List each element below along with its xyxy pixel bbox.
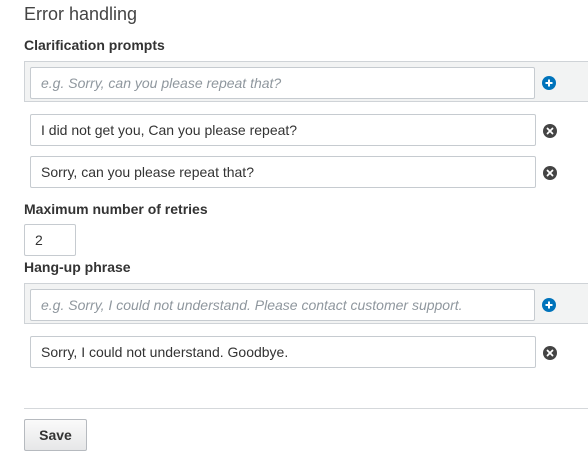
clarification-prompts-label: Clarification prompts (24, 37, 165, 53)
section-title: Error handling (24, 4, 138, 24)
save-button[interactable]: Save (24, 419, 87, 451)
clarification-prompt-input-2[interactable] (30, 156, 536, 188)
x-circle-icon (543, 124, 557, 138)
remove-clarification-prompt-1-button[interactable] (543, 124, 557, 138)
x-circle-icon (543, 346, 557, 360)
add-hangup-phrase-button[interactable] (542, 298, 556, 312)
hangup-phrase-label: Hang-up phrase (24, 259, 131, 275)
max-retries-input[interactable] (24, 224, 76, 256)
add-clarification-prompt-button[interactable] (542, 76, 556, 90)
max-retries-label: Maximum number of retries (24, 201, 208, 217)
footer-divider (24, 408, 588, 409)
hangup-phrase-input-1[interactable] (30, 336, 536, 368)
plus-circle-icon (542, 76, 556, 90)
remove-hangup-phrase-1-button[interactable] (543, 346, 557, 360)
plus-circle-icon (542, 298, 556, 312)
remove-clarification-prompt-2-button[interactable] (543, 166, 557, 180)
new-clarification-prompt-input[interactable] (30, 67, 535, 99)
clarification-prompt-input-1[interactable] (30, 114, 536, 146)
x-circle-icon (543, 166, 557, 180)
new-hangup-phrase-input[interactable] (30, 289, 535, 321)
